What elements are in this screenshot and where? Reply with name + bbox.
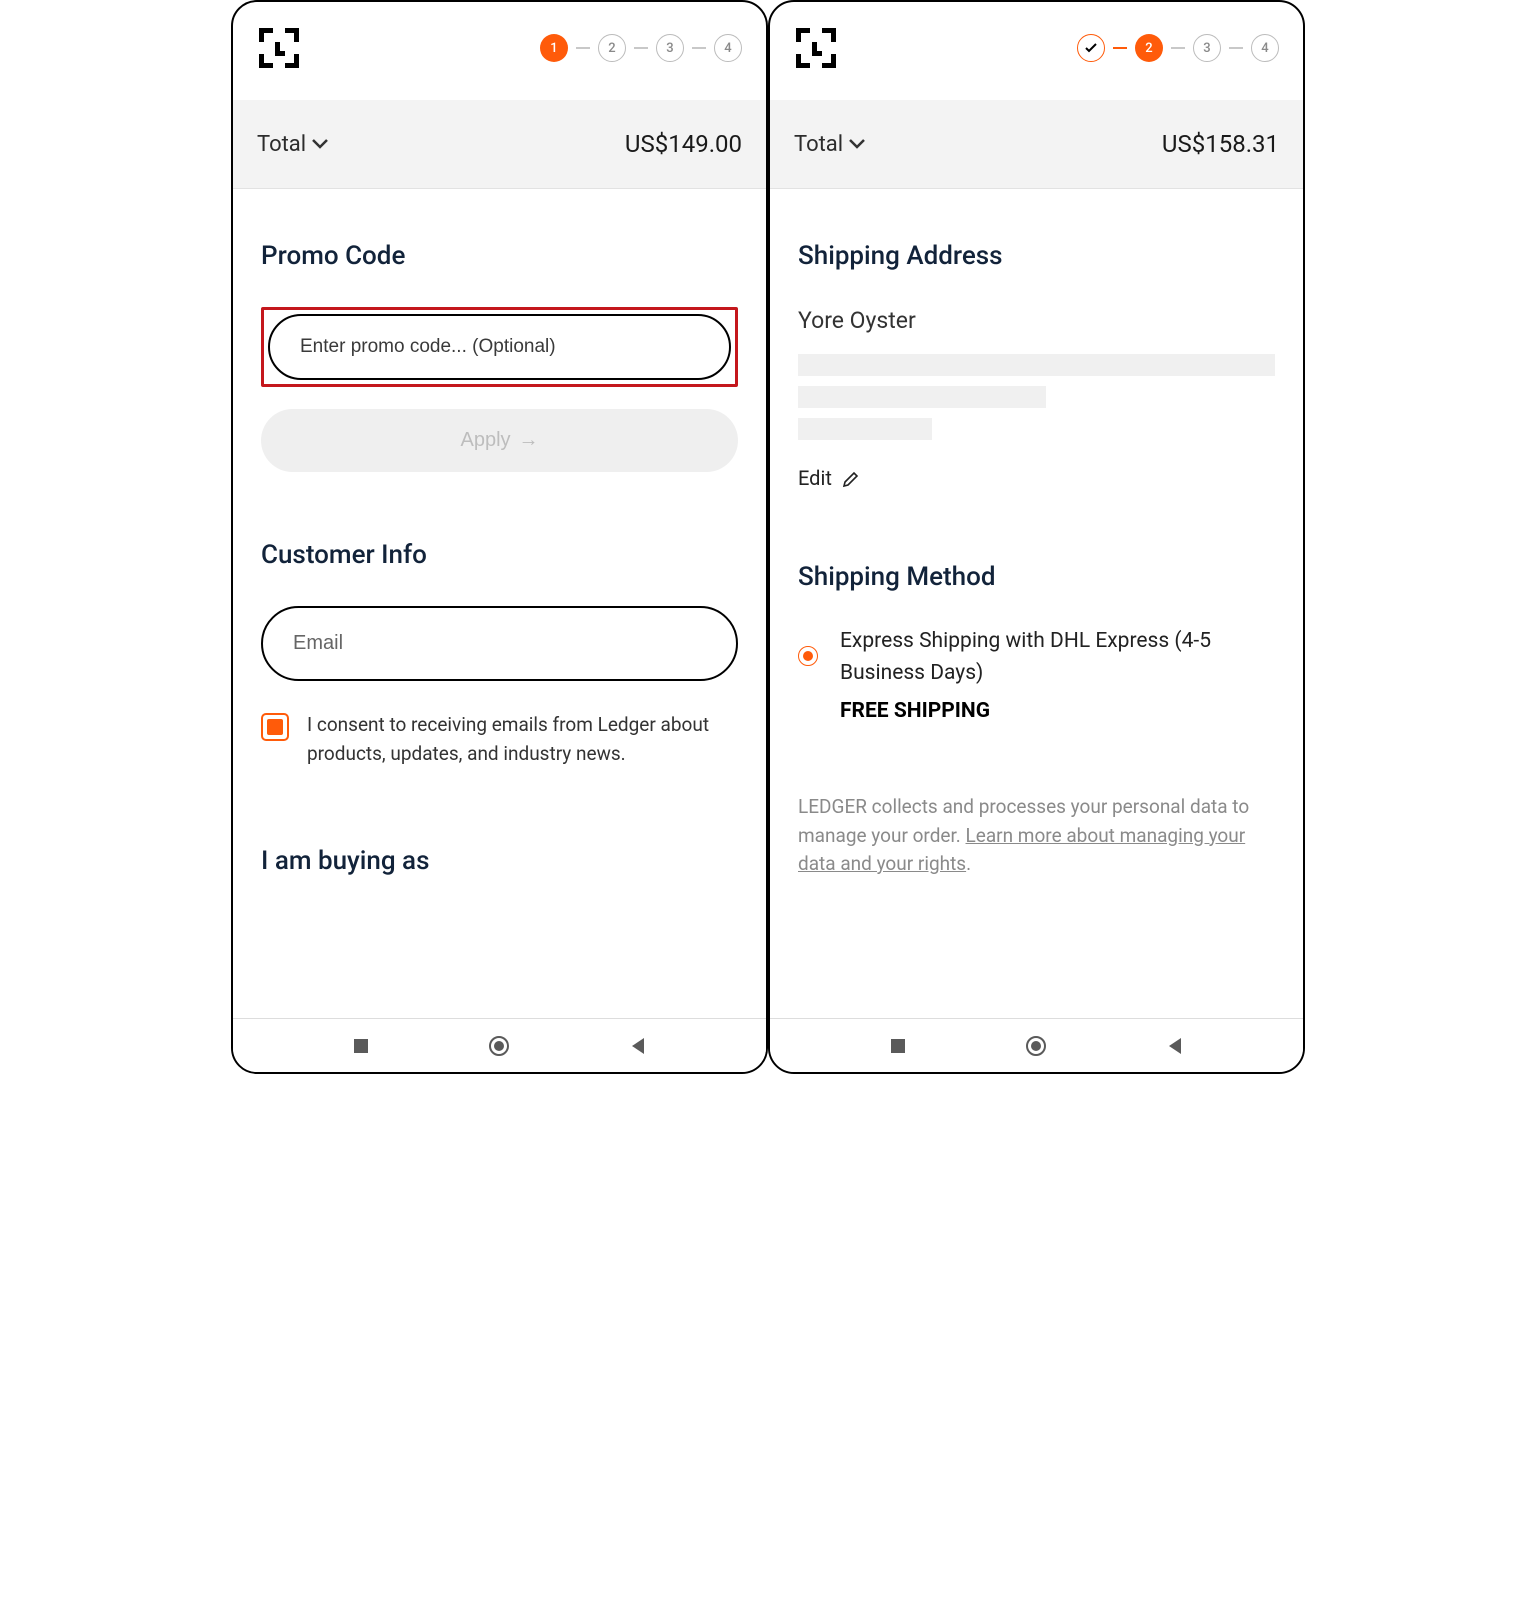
shipping-method-heading: Shipping Method [798, 562, 1275, 592]
android-nav-bar [233, 1018, 766, 1072]
email-input[interactable] [261, 606, 738, 681]
total-amount: US$149.00 [625, 130, 742, 158]
privacy-notice: LEDGER collects and processes your perso… [798, 793, 1275, 879]
step-1-done [1077, 34, 1105, 62]
step-4: 4 [1251, 34, 1279, 62]
recent-apps-icon[interactable] [352, 1037, 370, 1055]
home-icon[interactable] [1024, 1034, 1048, 1058]
step-2: 2 [598, 34, 626, 62]
shipping-name: Yore Oyster [798, 307, 1275, 334]
total-amount: US$158.31 [1162, 130, 1279, 158]
total-label: Total [794, 132, 843, 157]
promo-highlight-frame [261, 307, 738, 387]
home-icon[interactable] [487, 1034, 511, 1058]
step-3: 3 [1193, 34, 1221, 62]
total-summary-bar[interactable]: Total US$158.31 [770, 100, 1303, 189]
app-header: 2 3 4 [770, 2, 1303, 100]
arrow-right-icon: → [519, 429, 539, 452]
ledger-logo-icon [255, 24, 303, 72]
shipping-address-heading: Shipping Address [798, 241, 1275, 271]
address-line-redacted [798, 418, 932, 440]
step-2: 2 [1135, 34, 1163, 62]
app-header: 1 2 3 4 [233, 2, 766, 100]
check-icon [1084, 41, 1098, 55]
shipping-option[interactable]: Express Shipping with DHL Express (4-5 B… [798, 626, 1275, 723]
step-1: 1 [540, 34, 568, 62]
consent-text: I consent to receiving emails from Ledge… [307, 711, 738, 768]
promo-code-input[interactable] [268, 314, 731, 380]
step-3: 3 [656, 34, 684, 62]
pencil-icon [842, 468, 862, 488]
progress-stepper: 2 3 4 [1077, 34, 1279, 62]
apply-promo-button[interactable]: Apply → [261, 409, 738, 472]
ledger-logo-icon [792, 24, 840, 72]
total-label: Total [257, 132, 306, 157]
progress-stepper: 1 2 3 4 [540, 34, 742, 62]
android-nav-bar [770, 1018, 1303, 1072]
customer-info-heading: Customer Info [261, 540, 738, 570]
checkout-step2-screen: 2 3 4 Total US$158.31 Shipping Address Y… [768, 0, 1305, 1074]
back-icon[interactable] [1165, 1036, 1185, 1056]
chevron-down-icon [849, 138, 865, 150]
consent-checkbox[interactable] [261, 713, 289, 741]
recent-apps-icon[interactable] [889, 1037, 907, 1055]
back-icon[interactable] [628, 1036, 648, 1056]
address-line-redacted [798, 354, 1275, 376]
buying-as-heading: I am buying as [261, 846, 738, 876]
edit-address-button[interactable]: Edit [798, 466, 1275, 490]
shipping-radio[interactable] [798, 646, 818, 666]
shipping-description: Express Shipping with DHL Express (4-5 B… [840, 626, 1275, 689]
promo-code-heading: Promo Code [261, 241, 738, 271]
free-shipping-label: FREE SHIPPING [840, 699, 1275, 723]
step-4: 4 [714, 34, 742, 62]
total-summary-bar[interactable]: Total US$149.00 [233, 100, 766, 189]
chevron-down-icon [312, 138, 328, 150]
address-line-redacted [798, 386, 1046, 408]
checkout-step1-screen: 1 2 3 4 Total US$149.00 Promo Code [231, 0, 768, 1074]
